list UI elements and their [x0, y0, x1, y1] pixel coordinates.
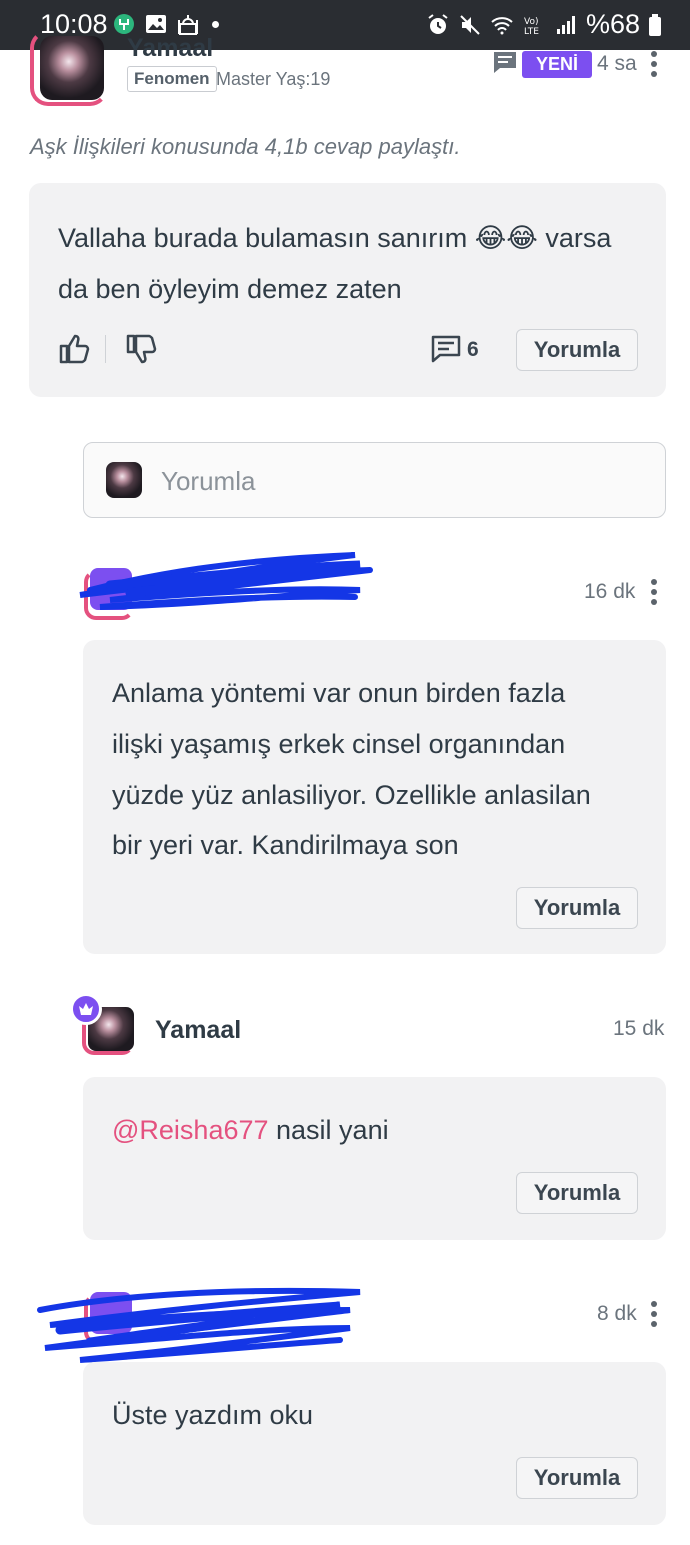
new-badge: YENİ	[522, 51, 593, 78]
battery-icon	[649, 13, 661, 36]
mention-link[interactable]: @Reisha677	[112, 1115, 269, 1145]
comment-count: 6	[467, 338, 479, 361]
my-avatar	[106, 462, 142, 498]
comment-bubble-icon	[494, 52, 516, 73]
battery-percent: %68	[585, 9, 640, 39]
comment-2-card: @Reisha677 nasil yani Yorumla	[83, 1077, 666, 1240]
comment-2-reply-button[interactable]: Yorumla	[516, 1172, 638, 1214]
post-text-line-1: Vallaha burada bulamasın sanırım 😂😂 vars…	[58, 223, 612, 253]
post-text-line-2: da ben öyleyim demez zaten	[58, 274, 402, 304]
vote-divider	[105, 335, 106, 363]
comment-1-avatar[interactable]	[84, 568, 136, 622]
comment-2-text: @Reisha677 nasil yani	[112, 1105, 389, 1156]
like-icon[interactable]	[58, 333, 90, 365]
volte-icon: Vo)LTE	[524, 17, 539, 37]
mute-icon	[460, 14, 480, 35]
comment-1-line-1: Anlama yöntemi var onun birden fazla	[112, 678, 566, 708]
comment-1-time: 16 dk	[584, 580, 636, 603]
comment-2-body: nasil yani	[268, 1115, 389, 1145]
comment-3-more-menu-icon[interactable]	[651, 1301, 657, 1327]
comment-1-reply-button[interactable]: Yorumla	[516, 887, 638, 929]
signal-icon	[556, 15, 575, 34]
comment-3-reply-button[interactable]: Yorumla	[516, 1457, 638, 1499]
comment-3-card: Üste yazdım oku Yorumla	[83, 1362, 666, 1525]
comment-1-line-2: ilişki yaşamış erkek cinsel organından	[112, 729, 566, 759]
comment-2-author[interactable]: Yamaal	[155, 1016, 241, 1045]
comment-input-placeholder: Yorumla	[161, 466, 256, 496]
wifi-icon	[491, 16, 513, 34]
activity-text: Aşk İlişkileri konusunda 4,1b cevap payl…	[30, 134, 461, 159]
comment-3-time: 8 dk	[597, 1302, 637, 1325]
vpn-icon	[114, 14, 134, 34]
comments-icon[interactable]	[431, 335, 461, 363]
comment-3-avatar[interactable]	[84, 1292, 136, 1346]
user-rank-badge: Fenomen	[127, 66, 217, 92]
status-left-icons	[112, 12, 219, 36]
post-card: Vallaha burada bulamasın sanırım 😂😂 vars…	[29, 183, 666, 397]
status-right-icons: Vo) LTE %68	[426, 9, 662, 40]
notification-dot	[212, 20, 219, 28]
post-author-avatar[interactable]	[30, 30, 110, 110]
redaction-scribble	[37, 1287, 361, 1363]
comment-3-text: Üste yazdım oku	[112, 1400, 314, 1430]
user-meta: Master Yaş:19	[216, 69, 331, 89]
svg-text:LTE: LTE	[524, 27, 539, 37]
svg-text:Vo): Vo)	[524, 17, 538, 27]
post-time: 4 sa	[597, 52, 637, 75]
comment-2-avatar[interactable]	[70, 993, 136, 1059]
comment-1-line-4: bir yeri var. Kandirilmaya son	[112, 830, 459, 860]
dislike-icon[interactable]	[125, 333, 157, 365]
post-author-name[interactable]: Yamaal	[127, 34, 213, 63]
comment-1-card: Anlama yöntemi var onun birden fazla ili…	[83, 640, 666, 954]
crown-icon	[70, 993, 102, 1025]
alarm-icon	[428, 13, 448, 34]
comment-input[interactable]: Yorumla	[83, 442, 666, 518]
mosque-icon	[178, 15, 198, 35]
post-reply-button[interactable]: Yorumla	[516, 329, 638, 371]
comment-1-line-3: yüzde yüz anlasiliyor. Ozellikle anlasil…	[112, 780, 591, 810]
comment-2-time: 15 dk	[613, 1017, 665, 1040]
comment-1-more-menu-icon[interactable]	[651, 579, 657, 605]
post-more-menu-icon[interactable]	[651, 51, 657, 77]
gallery-icon	[146, 15, 166, 33]
